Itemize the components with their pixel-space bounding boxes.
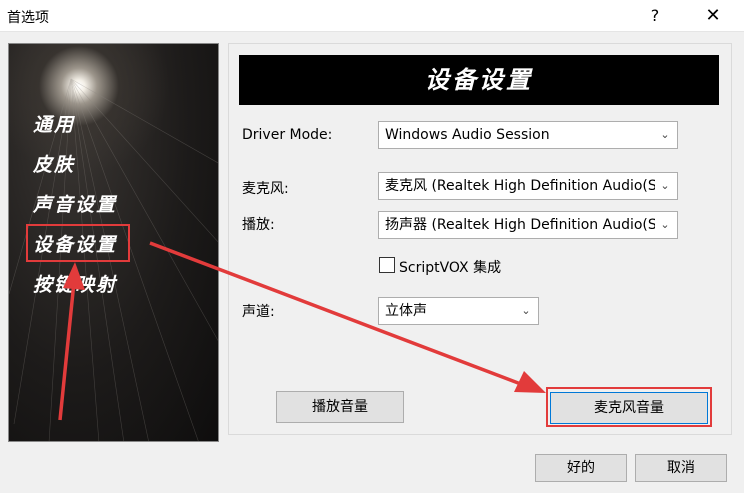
microphone-value: 麦克风 (Realtek High Definition Audio(S [385, 178, 657, 194]
sidebar-nav: 通用 皮肤 声音设置 设备设置 按键映射 [8, 43, 219, 442]
device-settings-annotation-box [26, 224, 130, 262]
microphone-select[interactable]: 麦克风 (Realtek High Definition Audio(S ⌄ [378, 172, 678, 200]
cancel-button[interactable]: 取消 [635, 454, 727, 482]
mic-volume-annotation-box [546, 387, 712, 427]
help-button[interactable]: ? [632, 0, 678, 32]
driver-mode-select[interactable]: Windows Audio Session ⌄ [378, 121, 678, 149]
chevron-down-icon: ⌄ [655, 212, 675, 238]
playback-label: 播放: [242, 217, 275, 233]
window-title: 首选项 [7, 10, 49, 26]
close-button[interactable]: ✕ [690, 0, 736, 32]
chevron-down-icon: ⌄ [516, 298, 536, 324]
chevron-down-icon: ⌄ [655, 122, 675, 148]
sidebar-item-general[interactable]: 通用 [33, 110, 75, 137]
channel-value: 立体声 [385, 303, 427, 319]
sidebar-item-skin[interactable]: 皮肤 [33, 150, 75, 177]
sidebar-item-sound-settings[interactable]: 声音设置 [33, 190, 117, 217]
sidebar-item-key-mapping[interactable]: 按键映射 [33, 270, 117, 297]
chevron-down-icon: ⌄ [655, 173, 675, 199]
driver-mode-value: Windows Audio Session [385, 127, 550, 143]
scriptvox-label[interactable]: ScriptVOX 集成 [399, 257, 501, 277]
microphone-label: 麦克风: [242, 181, 289, 197]
channel-label: 声道: [242, 304, 275, 320]
page-title-banner: 设备设置 [239, 55, 719, 105]
ok-button[interactable]: 好的 [535, 454, 627, 482]
channel-select[interactable]: 立体声 ⌄ [378, 297, 539, 325]
scriptvox-checkbox[interactable] [379, 257, 395, 273]
playback-value: 扬声器 (Realtek High Definition Audio(S [385, 217, 657, 233]
title-bar: 首选项 ? ✕ [0, 0, 744, 32]
playback-volume-button[interactable]: 播放音量 [276, 391, 404, 423]
playback-select[interactable]: 扬声器 (Realtek High Definition Audio(S ⌄ [378, 211, 678, 239]
driver-mode-label: Driver Mode: [242, 127, 333, 143]
